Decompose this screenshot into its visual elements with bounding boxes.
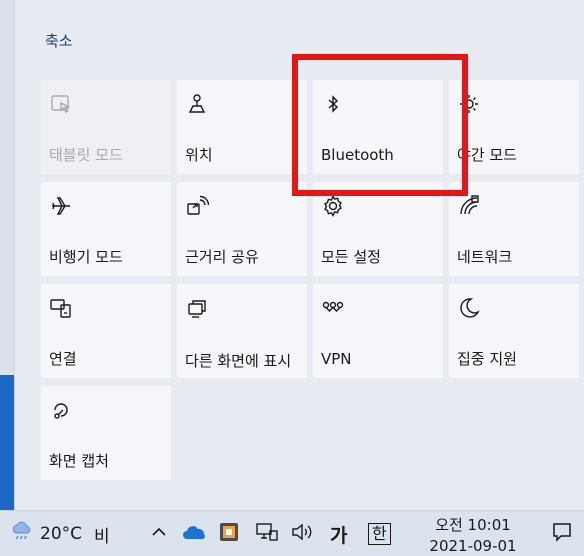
tray-app[interactable] <box>218 511 240 556</box>
tile-nearby-share[interactable]: 근거리 공유 <box>177 182 307 276</box>
speaker-volume-icon <box>290 521 316 547</box>
taskbar: 20°C 비 가 한 오전 10:01 2021-09-01 <box>0 510 584 556</box>
tile-label: 집중 지원 <box>457 350 517 368</box>
tile-label: Bluetooth <box>321 146 394 164</box>
tile-screen-snip[interactable]: 화면 캡처 <box>41 386 171 480</box>
clock-date: 2021-09-01 <box>429 537 517 555</box>
taskbar-clock[interactable]: 오전 10:01 2021-09-01 <box>418 515 528 556</box>
tile-night-light[interactable]: 야간 모드 <box>449 80 579 174</box>
night-light-icon <box>457 92 481 116</box>
onedrive-tray[interactable] <box>182 511 208 556</box>
tile-label: 화면 캡처 <box>49 452 109 470</box>
ime-mode-button[interactable]: 한 <box>368 511 391 556</box>
ime-mode-label: 한 <box>368 523 391 545</box>
connect-icon <box>49 296 73 320</box>
app-tray-icon <box>218 521 240 547</box>
ime-language-button[interactable]: 가 <box>330 511 347 556</box>
volume-tray[interactable] <box>290 511 316 556</box>
desktop-wallpaper-accent <box>0 375 14 510</box>
weather-condition: 비 <box>94 526 110 547</box>
tile-connect[interactable]: 연결 <box>41 284 171 378</box>
network-icon <box>457 194 481 218</box>
network-tray[interactable] <box>255 511 279 556</box>
tile-label: 비행기 모드 <box>49 248 123 266</box>
tile-network[interactable]: 네트워크 <box>449 182 579 276</box>
screen-snip-icon <box>49 398 73 422</box>
ime-language-label: 가 <box>330 524 348 547</box>
project-icon <box>185 296 209 320</box>
bluetooth-icon <box>321 92 345 116</box>
show-hidden-icons-button[interactable] <box>150 511 168 556</box>
network-ethernet-icon <box>255 521 279 547</box>
action-center-panel: 축소 태블릿 모드 위치 Bluetooth 야간 모드 비행기 모드 근거리 … <box>14 0 584 510</box>
weather-widget[interactable]: 20°C 비 <box>10 511 110 556</box>
tile-label: VPN <box>321 350 352 368</box>
tablet-mode-icon <box>49 92 73 116</box>
tile-bluetooth[interactable]: Bluetooth <box>313 80 443 174</box>
chevron-up-icon <box>150 523 168 545</box>
tile-label: 위치 <box>185 146 213 164</box>
notification-icon <box>551 521 573 547</box>
tile-all-settings[interactable]: 모든 설정 <box>313 182 443 276</box>
tile-location[interactable]: 위치 <box>177 80 307 174</box>
tile-label: 모든 설정 <box>321 248 381 266</box>
vpn-icon <box>321 296 345 320</box>
airplane-icon <box>49 194 73 218</box>
tile-vpn[interactable]: VPN <box>313 284 443 378</box>
tile-label: 연결 <box>49 350 77 368</box>
weather-temp: 20°C <box>40 524 83 544</box>
location-icon <box>185 92 209 116</box>
tile-project[interactable]: 다른 화면에 표시 <box>177 284 307 378</box>
tile-tablet-mode[interactable]: 태블릿 모드 <box>41 80 171 174</box>
collapse-link[interactable]: 축소 <box>45 30 73 51</box>
clock-time: 오전 10:01 <box>435 516 511 534</box>
onedrive-cloud-icon <box>182 523 208 545</box>
tile-label: 야간 모드 <box>457 146 517 164</box>
nearby-share-icon <box>185 194 210 218</box>
tile-label: 태블릿 모드 <box>49 146 123 164</box>
notification-center-button[interactable] <box>540 511 584 556</box>
tile-airplane-mode[interactable]: 비행기 모드 <box>41 182 171 276</box>
settings-gear-icon <box>321 194 345 218</box>
weather-rain-icon <box>10 521 34 547</box>
tile-label: 다른 화면에 표시 <box>185 352 292 370</box>
focus-assist-icon <box>457 296 481 320</box>
tile-focus-assist[interactable]: 집중 지원 <box>449 284 579 378</box>
tile-label: 근거리 공유 <box>185 248 259 266</box>
tile-label: 네트워크 <box>457 248 513 266</box>
